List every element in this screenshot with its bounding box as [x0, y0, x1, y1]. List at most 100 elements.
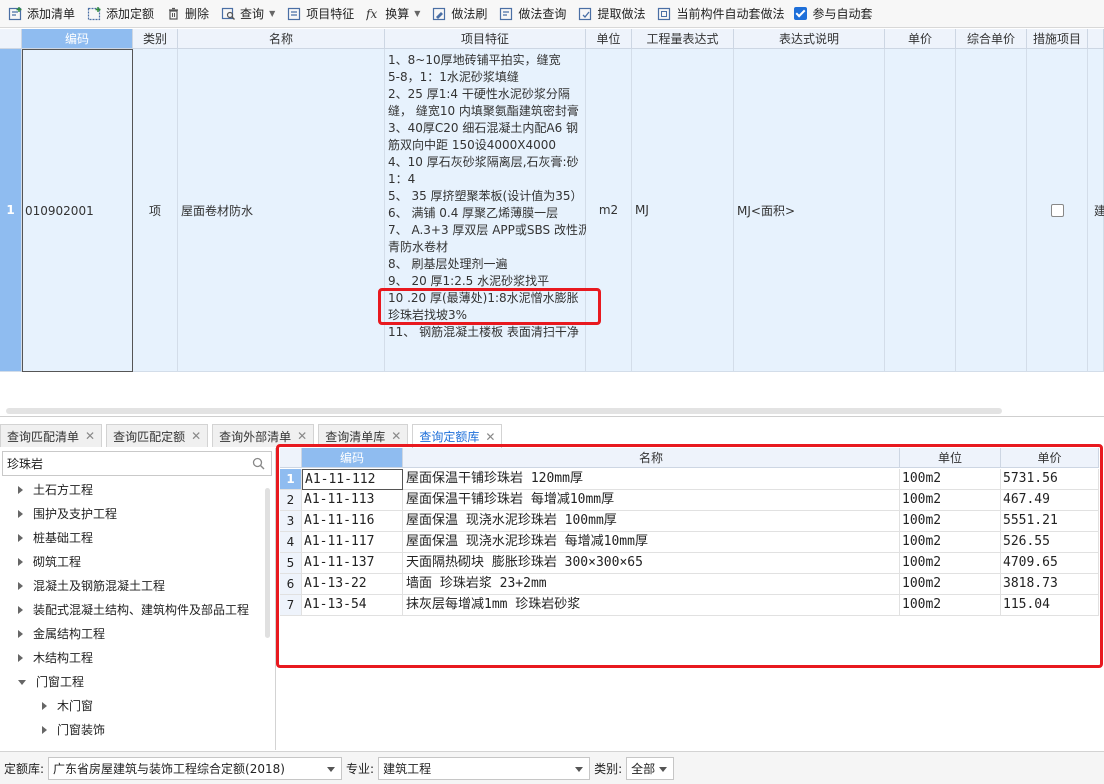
tree-item-label: 门窗装饰 [57, 723, 106, 737]
filter-bar: 定额库: 广东省房屋建筑与装饰工程综合定额(2018) 专业: 建筑工程 类别:… [0, 751, 1104, 784]
header-total-price[interactable]: 综合单价 [956, 29, 1027, 49]
auto-participate-checkbox[interactable]: 参与自动套 [792, 3, 874, 25]
query-button[interactable]: 查询 ▼ [217, 3, 279, 25]
specialty-select[interactable]: 建筑工程 [378, 756, 591, 780]
caret-right-icon[interactable] [18, 510, 23, 518]
trash-icon [166, 6, 181, 21]
convert-button[interactable]: fx 换算 ▼ [362, 3, 424, 25]
tab-match-quota[interactable]: 查询匹配定额 ✕ [106, 424, 209, 447]
tree-item[interactable]: 桩基础工程 [18, 528, 93, 548]
query-icon [221, 6, 236, 21]
tree-item-label: 砌筑工程 [33, 555, 82, 569]
row-number[interactable]: 1 [0, 49, 22, 372]
tree-item[interactable]: 金属结构工程 [18, 624, 105, 644]
row-number-header [0, 29, 22, 49]
tree-item[interactable]: 砌筑工程 [18, 552, 81, 572]
tree-item[interactable]: 木门窗 [42, 696, 93, 716]
category-label: 类别: [594, 761, 623, 776]
close-icon[interactable]: ✕ [297, 429, 307, 443]
method-query-icon [499, 6, 514, 21]
header-feature[interactable]: 项目特征 [385, 29, 586, 49]
feature-line: 11、 钢筋混凝土楼板 表面清扫干净 [388, 325, 579, 339]
caret-right-icon[interactable] [42, 702, 47, 710]
caret-right-icon[interactable] [42, 726, 47, 734]
cell-type[interactable]: 项 [133, 49, 178, 372]
feature-line: 5-8，1：1水泥砂浆填缝 [388, 70, 519, 84]
chevron-down-icon[interactable]: ▼ [269, 9, 275, 18]
caret-right-icon[interactable] [18, 534, 23, 542]
vertical-scrollbar[interactable] [265, 488, 270, 638]
feature-button[interactable]: 项目特征 [283, 3, 358, 25]
highlight-results-box [276, 444, 1103, 668]
close-icon[interactable]: ✕ [485, 430, 495, 444]
tree-item[interactable]: 门窗工程 [18, 672, 84, 692]
caret-right-icon[interactable] [18, 582, 23, 590]
cell-measure[interactable] [1027, 49, 1088, 372]
header-name[interactable]: 名称 [178, 29, 385, 49]
feature-line: 8、 刷基层处理剂一遍 [388, 257, 508, 271]
cell-expr[interactable]: MJ [632, 49, 734, 372]
query-label: 查询 [240, 7, 265, 21]
cell-extra[interactable]: 建 [1088, 49, 1104, 372]
search-icon[interactable] [252, 457, 265, 470]
tree-item[interactable]: 门窗装饰 [42, 720, 105, 740]
header-expr-desc[interactable]: 表达式说明 [734, 29, 885, 49]
tab-match-list[interactable]: 查询匹配清单 ✕ [0, 424, 103, 447]
category-select[interactable]: 全部 [626, 756, 675, 780]
fx-icon: fx [366, 6, 381, 21]
tab-label: 查询清单库 [325, 429, 386, 444]
caret-right-icon[interactable] [18, 558, 23, 566]
tree-item-label: 门窗工程 [36, 675, 85, 689]
auto-apply-label: 当前构件自动套做法 [676, 7, 785, 21]
close-icon[interactable]: ✕ [191, 429, 201, 443]
method-brush-label: 做法刷 [451, 7, 488, 21]
caret-right-icon[interactable] [18, 630, 23, 638]
method-query-button[interactable]: 做法查询 [495, 3, 570, 25]
method-query-label: 做法查询 [518, 7, 567, 21]
tree-item-label: 装配式混凝土结构、建筑构件及部品工程 [33, 603, 250, 617]
quota-library-select[interactable]: 广东省房屋建筑与装饰工程综合定额(2018) [48, 756, 343, 780]
cell-total-price[interactable] [956, 49, 1027, 372]
delete-button[interactable]: 删除 [162, 3, 213, 25]
quota-library-value: 广东省房屋建筑与装饰工程综合定额(2018) [53, 761, 285, 776]
search-input[interactable] [3, 452, 243, 475]
tree-item[interactable]: 木结构工程 [18, 648, 93, 668]
cell-expr-desc[interactable]: MJ<面积> [734, 49, 885, 372]
extract-method-button[interactable]: 提取做法 [574, 3, 649, 25]
add-quota-label: 添加定额 [106, 7, 155, 21]
cell-name[interactable]: 屋面卷材防水 [178, 49, 385, 372]
header-expr[interactable]: 工程量表达式 [632, 29, 734, 49]
tree-item[interactable]: 装配式混凝土结构、建筑构件及部品工程 [18, 600, 249, 620]
caret-down-icon[interactable] [18, 679, 26, 685]
feature-line: 筋双向中距 150设4000X4000 [388, 138, 557, 152]
specialty-label: 专业: [346, 761, 375, 776]
chevron-down-icon[interactable]: ▼ [414, 9, 420, 18]
header-type[interactable]: 类别 [133, 29, 178, 49]
tree-item[interactable]: 混凝土及钢筋混凝土工程 [18, 576, 165, 596]
tab-label: 查询定额库 [419, 430, 480, 444]
tree-item-label: 混凝土及钢筋混凝土工程 [33, 579, 166, 593]
cell-code[interactable]: 010902001 [22, 49, 133, 372]
auto-participate-label: 参与自动套 [812, 7, 873, 21]
caret-right-icon[interactable] [18, 486, 23, 494]
header-measure[interactable]: 措施项目 [1027, 29, 1088, 49]
horizontal-scrollbar[interactable] [6, 408, 1002, 414]
method-brush-button[interactable]: 做法刷 [428, 3, 491, 25]
add-quota-button[interactable]: 添加定额 [83, 3, 158, 25]
header-price[interactable]: 单价 [885, 29, 956, 49]
quota-library-label: 定额库: [4, 761, 45, 776]
header-code[interactable]: 编码 [22, 29, 133, 49]
header-unit[interactable]: 单位 [586, 29, 632, 49]
tree-item[interactable]: 围护及支护工程 [18, 504, 117, 524]
tree-item-label: 木门窗 [57, 699, 94, 713]
auto-apply-button[interactable]: 当前构件自动套做法 [653, 3, 788, 25]
close-icon[interactable]: ✕ [85, 429, 95, 443]
caret-right-icon[interactable] [18, 606, 23, 614]
tree-item[interactable]: 土石方工程 [18, 480, 93, 500]
add-list-button[interactable]: 添加清单 [4, 3, 79, 25]
cell-price[interactable] [885, 49, 956, 372]
close-icon[interactable]: ✕ [391, 429, 401, 443]
feature-line: 2、25 厚1:4 干硬性水泥砂浆分隔 [388, 87, 570, 101]
measure-checkbox[interactable] [1050, 203, 1064, 217]
caret-right-icon[interactable] [18, 654, 23, 662]
